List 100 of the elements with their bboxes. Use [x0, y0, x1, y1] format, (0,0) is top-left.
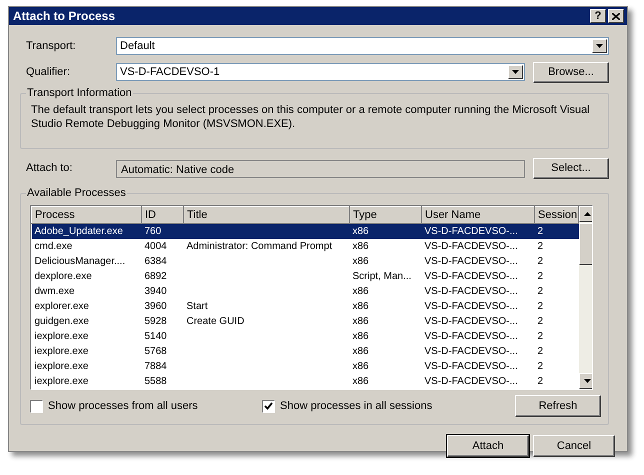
table-cell: 6892: [144, 271, 167, 282]
column-header[interactable]: ID: [142, 206, 184, 224]
table-cell: 3960: [144, 301, 167, 312]
table-cell: 5588: [144, 376, 167, 387]
table-cell: dexplore.exe: [34, 271, 92, 282]
table-cell: VS-D-FACDEVSO-...: [424, 301, 518, 312]
column-header[interactable]: Session: [534, 206, 578, 224]
group-title: Transport Information: [26, 87, 133, 100]
process-row[interactable]: DeliciousManager.... 6384 x86 VS-D-FACDEVSO-... 2: [32, 254, 578, 269]
table-cell: 2: [538, 301, 544, 312]
column-header[interactable]: Title: [184, 206, 350, 224]
attach-button[interactable]: Attach: [447, 435, 529, 457]
table-cell: 2: [538, 316, 544, 327]
table-cell: 5928: [144, 316, 167, 327]
table-cell: 6384: [144, 256, 167, 267]
checkbox[interactable]: [262, 400, 275, 412]
table-cell: explorer.exe: [34, 301, 89, 312]
table-cell: 2: [538, 346, 544, 357]
field-label: Qualifier:: [25, 64, 72, 80]
table-cell: 3940: [144, 286, 167, 297]
table-cell: VS-D-FACDEVSO-...: [424, 256, 518, 267]
process-row[interactable]: Adobe_Updater.exe 760 x86 VS-D-FACDEVSO-... 2: [32, 224, 578, 239]
table-cell: 2: [538, 271, 544, 282]
transport-dropdown[interactable]: Default: [116, 37, 609, 55]
scrollbar[interactable]: [579, 206, 592, 389]
table-cell: VS-D-FACDEVSO-...: [424, 376, 518, 387]
table-cell: 5768: [144, 346, 167, 357]
table-cell: cmd.exe: [34, 241, 72, 252]
table-cell: x86: [352, 286, 369, 297]
scroll-down-icon[interactable]: [579, 373, 592, 389]
table-cell: Adobe_Updater.exe: [34, 226, 123, 237]
cancel-button[interactable]: Cancel: [533, 435, 615, 457]
table-cell: 760: [144, 226, 162, 237]
qualifier-dropdown[interactable]: VS-D-FACDEVSO-1: [116, 63, 525, 81]
table-cell: x86: [352, 256, 369, 267]
table-cell: 2: [538, 331, 544, 342]
scroll-up-icon[interactable]: [579, 206, 592, 222]
checkbox-label: Show processes in all sessions: [280, 398, 432, 414]
browse-button[interactable]: Browse...: [533, 62, 609, 82]
table-cell: Start: [186, 301, 208, 312]
table-cell: 2: [538, 361, 544, 372]
column-header[interactable]: User Name: [422, 206, 534, 224]
table-cell: VS-D-FACDEVSO-...: [424, 331, 518, 342]
process-row[interactable]: cmd.exe 4004 Administrator: Command Prompt x86 VS-D-FACDEVSO-... 2: [32, 239, 578, 254]
help-button[interactable]: ?: [590, 9, 606, 23]
column-header[interactable]: Process: [32, 206, 142, 224]
info-text: The default transport lets you select processes on this computer or a remote computer running the Microsoft Visual Studio Remote Debugging Monitor (MSVSMON.EXE).: [30, 103, 591, 132]
table-cell: VS-D-FACDEVSO-...: [424, 241, 518, 252]
table-cell: VS-D-FACDEVSO-...: [424, 286, 518, 297]
window-title: Attach to Process: [13, 8, 116, 25]
process-row[interactable]: dexplore.exe 6892 Script, Man... VS-D-FACDEVSO-... 2: [32, 269, 578, 284]
table-cell: VS-D-FACDEVSO-...: [424, 361, 518, 372]
attach-to-field: Automatic: Native code: [116, 160, 525, 178]
table-cell: VS-D-FACDEVSO-...: [424, 271, 518, 282]
table-cell: VS-D-FACDEVSO-...: [424, 346, 518, 357]
table-cell: dwm.exe: [34, 286, 75, 297]
process-row[interactable]: explorer.exe 3960 Start x86 VS-D-FACDEVSO-... 2: [32, 299, 578, 314]
table-cell: x86: [352, 346, 369, 357]
table-cell: guidgen.exe: [34, 316, 89, 327]
table-cell: Script, Man...: [352, 271, 412, 282]
table-cell: Administrator: Command Prompt: [186, 241, 332, 252]
scroll-thumb[interactable]: [579, 223, 592, 265]
table-cell: x86: [352, 361, 369, 372]
refresh-button[interactable]: Refresh: [515, 395, 601, 417]
table-cell: 2: [538, 226, 544, 237]
process-row[interactable]: guidgen.exe 5928 Create GUID x86 VS-D-FACDEVSO-... 2: [32, 314, 578, 329]
table-cell: 2: [538, 241, 544, 252]
process-row[interactable]: iexplore.exe 7884 x86 VS-D-FACDEVSO-... 2: [32, 359, 578, 374]
select-button[interactable]: Select...: [533, 158, 609, 179]
field-label: Attach to:: [25, 161, 74, 176]
table-cell: x86: [352, 241, 369, 252]
table-cell: 4004: [144, 241, 167, 252]
table-cell: 5140: [144, 331, 167, 342]
table-cell: iexplore.exe: [34, 346, 88, 357]
table-cell: x86: [352, 316, 369, 327]
close-button[interactable]: [608, 9, 624, 23]
column-header[interactable]: Type: [350, 206, 422, 224]
table-cell: 2: [538, 376, 544, 387]
checkbox-label: Show processes from all users: [48, 398, 198, 414]
table-cell: DeliciousManager....: [34, 256, 126, 267]
field-label: Transport:: [25, 38, 77, 54]
table-cell: 2: [538, 286, 544, 297]
table-cell: VS-D-FACDEVSO-...: [424, 316, 518, 327]
table-cell: x86: [352, 376, 369, 387]
table-cell: Create GUID: [186, 316, 244, 327]
table-cell: iexplore.exe: [34, 361, 88, 372]
process-row[interactable]: iexplore.exe 5140 x86 VS-D-FACDEVSO-... 2: [32, 329, 578, 344]
table-cell: 7884: [144, 361, 167, 372]
process-row[interactable]: iexplore.exe 5588 x86 VS-D-FACDEVSO-... 2: [32, 374, 578, 389]
table-cell: iexplore.exe: [34, 331, 88, 342]
table-cell: x86: [352, 301, 369, 312]
table-cell: VS-D-FACDEVSO-...: [424, 226, 518, 237]
process-row[interactable]: dwm.exe 3940 x86 VS-D-FACDEVSO-... 2: [32, 284, 578, 299]
close-icon: [612, 12, 620, 20]
table-cell: iexplore.exe: [34, 376, 88, 387]
table-cell: 2: [538, 256, 544, 267]
checkbox[interactable]: [30, 400, 43, 412]
process-row[interactable]: iexplore.exe 5768 x86 VS-D-FACDEVSO-... 2: [32, 344, 578, 359]
table-cell: x86: [352, 331, 369, 342]
table-cell: x86: [352, 226, 369, 237]
